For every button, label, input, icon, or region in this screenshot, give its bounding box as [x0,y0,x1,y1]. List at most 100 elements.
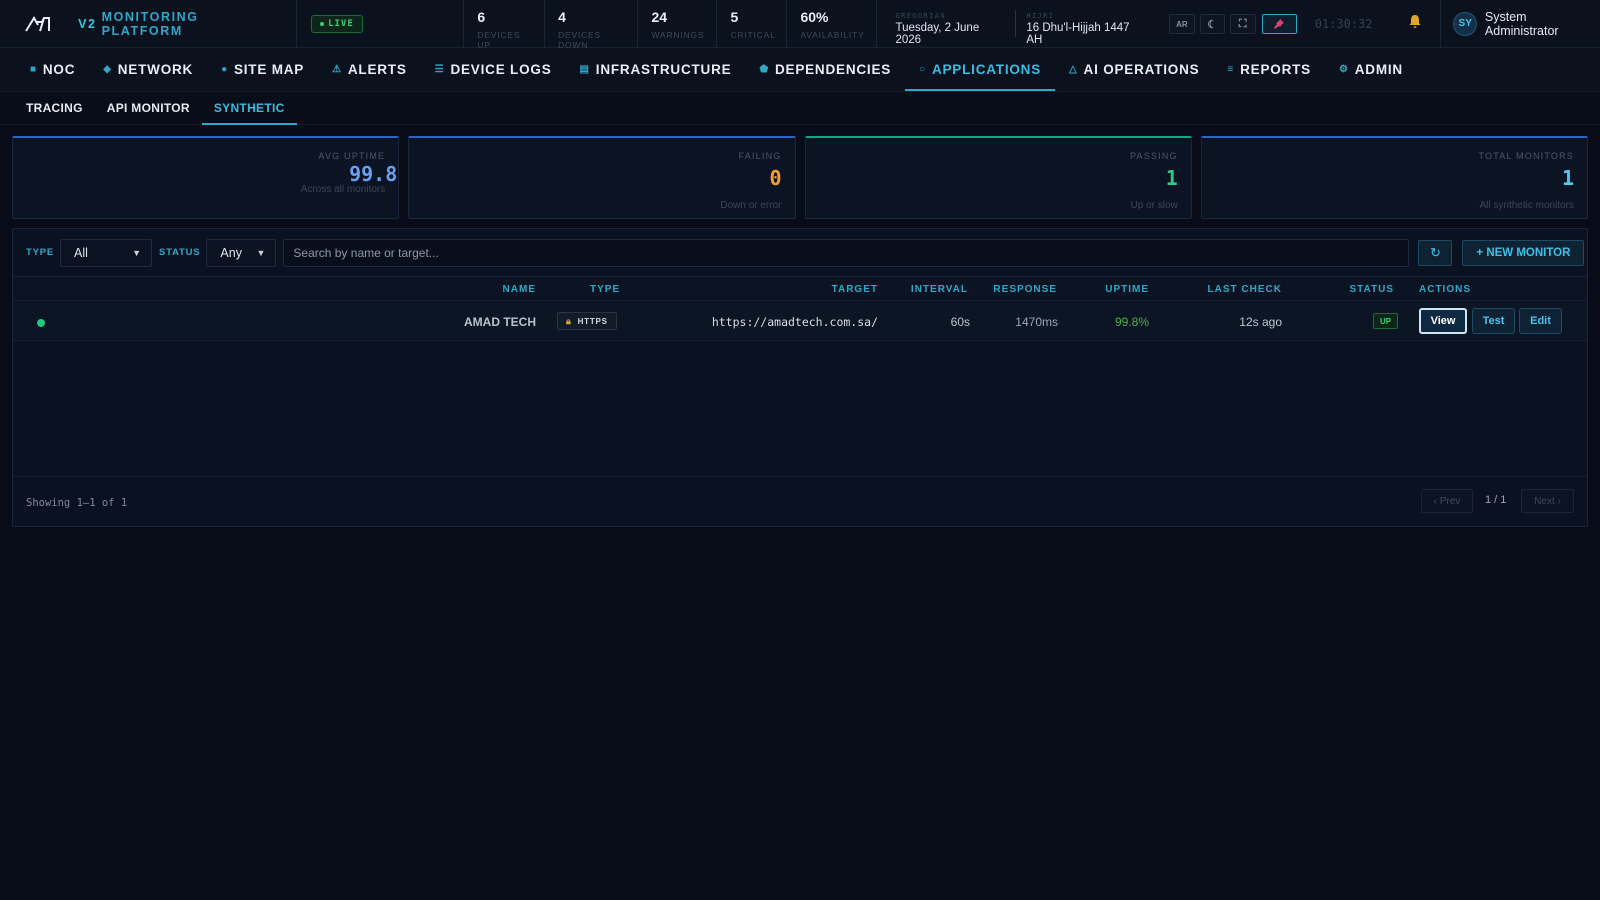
sub-nav: TRACING API MONITOR SYNTHETIC [0,92,1600,125]
status-filter-select[interactable]: Any ▼ [206,238,277,267]
gregorian-date: GREGORIAN Tuesday, 2 June 2026 [876,0,1015,47]
type-filter-select[interactable]: All ▼ [60,238,153,267]
type-filter-label: TYPE [26,247,55,258]
theme-toggle-button[interactable]: ☾ [1199,14,1226,34]
stat-value: 24 [651,9,668,25]
kpi-row: AVG UPTIME 99.8 Across all monitors FAIL… [12,136,1588,219]
nav-label: REPORTS [1240,62,1311,77]
search-input[interactable]: Search by name or target... [283,238,1410,267]
user-menu[interactable]: SY System Administrator [1440,0,1600,47]
stat-value: 4 [558,9,566,25]
stat-devices-up[interactable]: 6 DEVICES UP [463,0,544,50]
circle-icon: ○ [919,64,926,75]
column-header-actions: ACTIONS [1419,284,1471,295]
prev-page-button[interactable]: ‹ Prev [1421,489,1473,513]
stat-critical[interactable]: 5 CRITICAL [716,0,786,47]
column-header-name[interactable]: NAME [503,284,536,295]
nav-admin[interactable]: ⚙ ADMIN [1325,48,1417,91]
stat-availability[interactable]: 60% AVAILABILITY [786,0,876,47]
live-badge: LIVE [311,14,363,33]
logo-icon [25,15,51,32]
stat-label: CRITICAL [730,30,776,40]
stat-devices-down[interactable]: 4 DEVICES DOWN [544,0,637,50]
live-label: LIVE [328,18,354,29]
tab-api-monitor[interactable]: API MONITOR [95,92,202,124]
stat-label: WARNINGS [651,30,705,40]
language-toggle-button[interactable]: AR [1169,14,1195,34]
column-header-target[interactable]: TARGET [832,284,878,295]
next-page-button[interactable]: Next › [1521,489,1574,513]
table-header: NAME TYPE TARGET INTERVAL RESPONSE UPTIM… [13,276,1587,301]
nav-noc[interactable]: ■ NOC [16,48,89,91]
monitor-type-badge: 🔒︎ HTTPS [557,312,617,330]
brand-logo[interactable] [0,0,78,47]
test-button[interactable]: Test [1472,308,1515,334]
monitor-type: HTTPS [577,316,608,326]
list-icon: ☰ [434,64,445,75]
pentagon-icon: ⬟ [759,64,769,75]
lock-icon: 🔒︎ [566,315,572,326]
stat-value: 5 [730,9,739,25]
nav-dependencies[interactable]: ⬟ DEPENDENCIES [745,48,905,91]
user-name: System Administrator [1484,9,1559,38]
main-nav: ■ NOC ◆ NETWORK ● SITE MAP ⚠ ALERTS ☰ DE… [0,48,1600,92]
monitor-interval: 60s [950,315,970,329]
top-header: V2 MONITORING PLATFORM LIVE 6 DEVICES UP… [0,0,1600,50]
kpi-sub: All synthetic monitors [1479,200,1574,211]
stat-label: DEVICES DOWN [558,30,601,50]
fullscreen-button[interactable]: ⛶ [1230,14,1256,34]
nav-site-map[interactable]: ● SITE MAP [207,48,318,91]
filter-bar: TYPE All ▼ STATUS Any ▼ Search by name o… [13,229,1587,276]
edit-button[interactable]: Edit [1519,308,1562,334]
kpi-value: 1 [1561,166,1574,190]
monitor-name[interactable]: AMAD TECH [464,315,536,329]
hijri-label: HIJRI [1026,12,1055,20]
platform-title: V2 MONITORING PLATFORM [78,0,298,47]
nav-applications[interactable]: ○ APPLICATIONS [905,48,1055,91]
refresh-icon: ↻ [1429,244,1441,260]
column-header-last-check[interactable]: LAST CHECK [1208,284,1282,295]
nav-label: ALERTS [347,62,407,77]
kpi-label: PASSING [1130,151,1178,161]
pin-button[interactable] [1261,14,1297,34]
table-row[interactable]: AMAD TECH 🔒︎ HTTPS https://amadtech.com.… [13,302,1587,341]
table-footer: Showing 1–1 of 1 ‹ Prev 1 / 1 Next › [13,476,1587,528]
column-header-interval[interactable]: INTERVAL [911,284,968,295]
chevron-down-icon: ▼ [256,247,266,258]
nav-label: DEVICE LOGS [450,62,552,77]
globe-icon: ● [221,64,228,75]
page-info: 1 / 1 [1485,494,1507,506]
kpi-label: AVG UPTIME [318,151,386,161]
view-button[interactable]: View [1419,308,1467,334]
stat-warnings[interactable]: 24 WARNINGS [637,0,716,47]
nav-label: ADMIN [1354,62,1403,77]
notifications-button[interactable] [1408,14,1422,47]
tab-tracing[interactable]: TRACING [14,92,95,124]
kpi-value: 99.8 [349,162,398,186]
gregorian-value: Tuesday, 2 June 2026 [895,22,980,46]
stat-label: AVAILABILITY [800,30,865,40]
refresh-button[interactable]: ↻ [1418,239,1453,266]
fullscreen-icon: ⛶ [1238,17,1247,30]
column-header-uptime[interactable]: UPTIME [1105,284,1149,295]
column-header-response[interactable]: RESPONSE [993,284,1057,295]
status-badge: UP [1373,313,1399,329]
nav-label: NETWORK [117,62,194,77]
monitors-panel: TYPE All ▼ STATUS Any ▼ Search by name o… [12,228,1588,527]
showing-count: Showing 1–1 of 1 [26,497,128,509]
column-header-status[interactable]: STATUS [1349,284,1394,295]
nav-infrastructure[interactable]: ▤ INFRASTRUCTURE [566,48,746,91]
nav-ai-operations[interactable]: △ AI OPERATIONS [1055,48,1213,91]
nav-network[interactable]: ◆ NETWORK [89,48,207,91]
clock: 01:30:32 [1314,17,1373,31]
nav-alerts[interactable]: ⚠ ALERTS [318,48,421,91]
column-header-type[interactable]: TYPE [590,284,620,295]
hijri-date: HIJRI 16 Dhu'l-Hijjah 1447 AH [1015,10,1155,46]
nav-reports[interactable]: ≡ REPORTS [1213,48,1325,91]
kpi-total-monitors: TOTAL MONITORS 1 All synthetic monitors [1200,136,1588,219]
nav-label: INFRASTRUCTURE [595,62,732,77]
new-monitor-button[interactable]: + NEW MONITOR [1462,239,1585,266]
nav-device-logs[interactable]: ☰ DEVICE LOGS [421,48,566,91]
kpi-sub: Up or slow [1130,200,1178,211]
tab-synthetic[interactable]: SYNTHETIC [201,92,297,125]
